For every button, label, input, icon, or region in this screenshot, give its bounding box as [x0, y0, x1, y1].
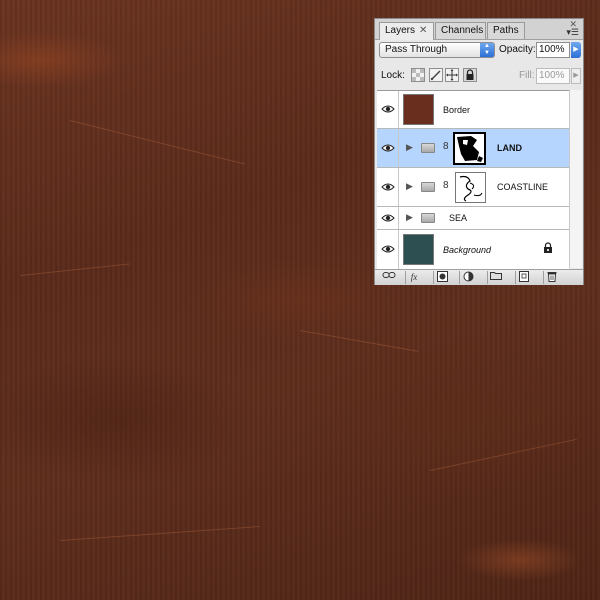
- layer-mask-thumbnail[interactable]: [455, 172, 486, 203]
- mask-link-icon[interactable]: 8: [443, 180, 449, 191]
- layer-name[interactable]: Background: [443, 245, 491, 255]
- fill-label: Fill:: [519, 70, 535, 81]
- eye-icon: [381, 245, 395, 253]
- lock-image-pixels-icon[interactable]: [429, 68, 443, 82]
- tab-paths[interactable]: Paths: [487, 22, 525, 39]
- tab-label: Channels: [441, 25, 484, 36]
- tab-label: Paths: [493, 25, 519, 36]
- folder-icon: [421, 143, 435, 153]
- expand-triangle-icon[interactable]: ▶: [406, 142, 413, 153]
- canvas-texture: [299, 330, 419, 352]
- blend-mode-value: Pass Through: [385, 44, 448, 55]
- tab-label: Layers: [385, 25, 416, 36]
- opacity-input[interactable]: 100%: [536, 42, 570, 58]
- layer-name[interactable]: LAND: [497, 143, 522, 153]
- lock-position-icon[interactable]: [445, 68, 459, 82]
- select-arrows-icon: ▲ ▼: [480, 43, 494, 57]
- canvas-texture: [19, 263, 130, 276]
- layers-bottom-toolbar: fx: [375, 269, 583, 285]
- close-tab-icon[interactable]: ✕: [419, 25, 427, 36]
- layers-list: Border ▶ 8 LAND ▶ 8 COASTLINE ▶ SEA Back…: [377, 90, 569, 269]
- visibility-toggle[interactable]: [377, 168, 399, 206]
- lock-transparent-pixels-icon[interactable]: [411, 68, 425, 82]
- layer-name[interactable]: Border: [443, 105, 470, 115]
- eye-icon: [381, 214, 395, 222]
- layer-row-sea[interactable]: ▶ SEA: [377, 207, 569, 230]
- new-layer-icon[interactable]: [515, 271, 532, 284]
- opacity-label: Opacity:: [499, 44, 536, 55]
- blend-mode-select[interactable]: Pass Through ▲ ▼: [379, 42, 495, 58]
- layers-panel: Layers ✕ Channels Paths ✕ ▾☰ Pass Through…: [374, 18, 584, 285]
- visibility-toggle[interactable]: [377, 91, 399, 128]
- layer-row-land[interactable]: ▶ 8 LAND: [377, 129, 569, 168]
- layer-row-border[interactable]: Border: [377, 91, 569, 129]
- canvas-texture: [429, 438, 577, 471]
- eye-icon: [381, 183, 395, 191]
- opacity-slider-arrow-icon[interactable]: ▶: [571, 42, 581, 58]
- folder-icon: [421, 182, 435, 192]
- tab-channels[interactable]: Channels: [435, 22, 486, 39]
- panel-menu-icon[interactable]: ▾☰: [566, 27, 579, 38]
- canvas-texture: [59, 526, 260, 541]
- expand-triangle-icon[interactable]: ▶: [406, 212, 413, 223]
- layer-row-background[interactable]: Background: [377, 230, 569, 269]
- add-mask-icon[interactable]: [433, 271, 450, 284]
- lock-label: Lock:: [381, 70, 405, 81]
- layer-row-coastline[interactable]: ▶ 8 COASTLINE: [377, 168, 569, 207]
- fill-input[interactable]: 100%: [536, 68, 570, 84]
- mask-link-icon[interactable]: 8: [443, 141, 449, 152]
- layer-thumbnail[interactable]: [403, 94, 434, 125]
- layer-mask-thumbnail[interactable]: [453, 132, 486, 165]
- panel-tabs: Layers ✕ Channels Paths ✕ ▾☰: [375, 19, 583, 40]
- layer-name[interactable]: SEA: [449, 213, 467, 223]
- adjustment-layer-icon[interactable]: [459, 271, 476, 284]
- link-layers-icon[interactable]: [381, 271, 397, 284]
- folder-icon: [421, 213, 435, 223]
- visibility-toggle[interactable]: [377, 230, 399, 269]
- fx-icon[interactable]: fx: [405, 271, 422, 284]
- trash-icon[interactable]: [543, 271, 560, 284]
- visibility-toggle[interactable]: [377, 129, 399, 167]
- eye-icon: [381, 144, 395, 152]
- layers-scrollbar[interactable]: [569, 90, 582, 268]
- lock-all-icon[interactable]: [463, 68, 477, 82]
- expand-triangle-icon[interactable]: ▶: [406, 181, 413, 192]
- visibility-toggle[interactable]: [377, 207, 399, 229]
- new-group-icon[interactable]: [487, 271, 504, 284]
- canvas-texture: [69, 120, 245, 165]
- layer-thumbnail[interactable]: [403, 234, 434, 265]
- layer-name[interactable]: COASTLINE: [497, 182, 548, 192]
- lock-icon: [544, 242, 552, 253]
- eye-icon: [381, 105, 395, 113]
- fill-slider-arrow-icon[interactable]: ▶: [571, 68, 581, 84]
- tab-layers[interactable]: Layers ✕: [379, 22, 434, 40]
